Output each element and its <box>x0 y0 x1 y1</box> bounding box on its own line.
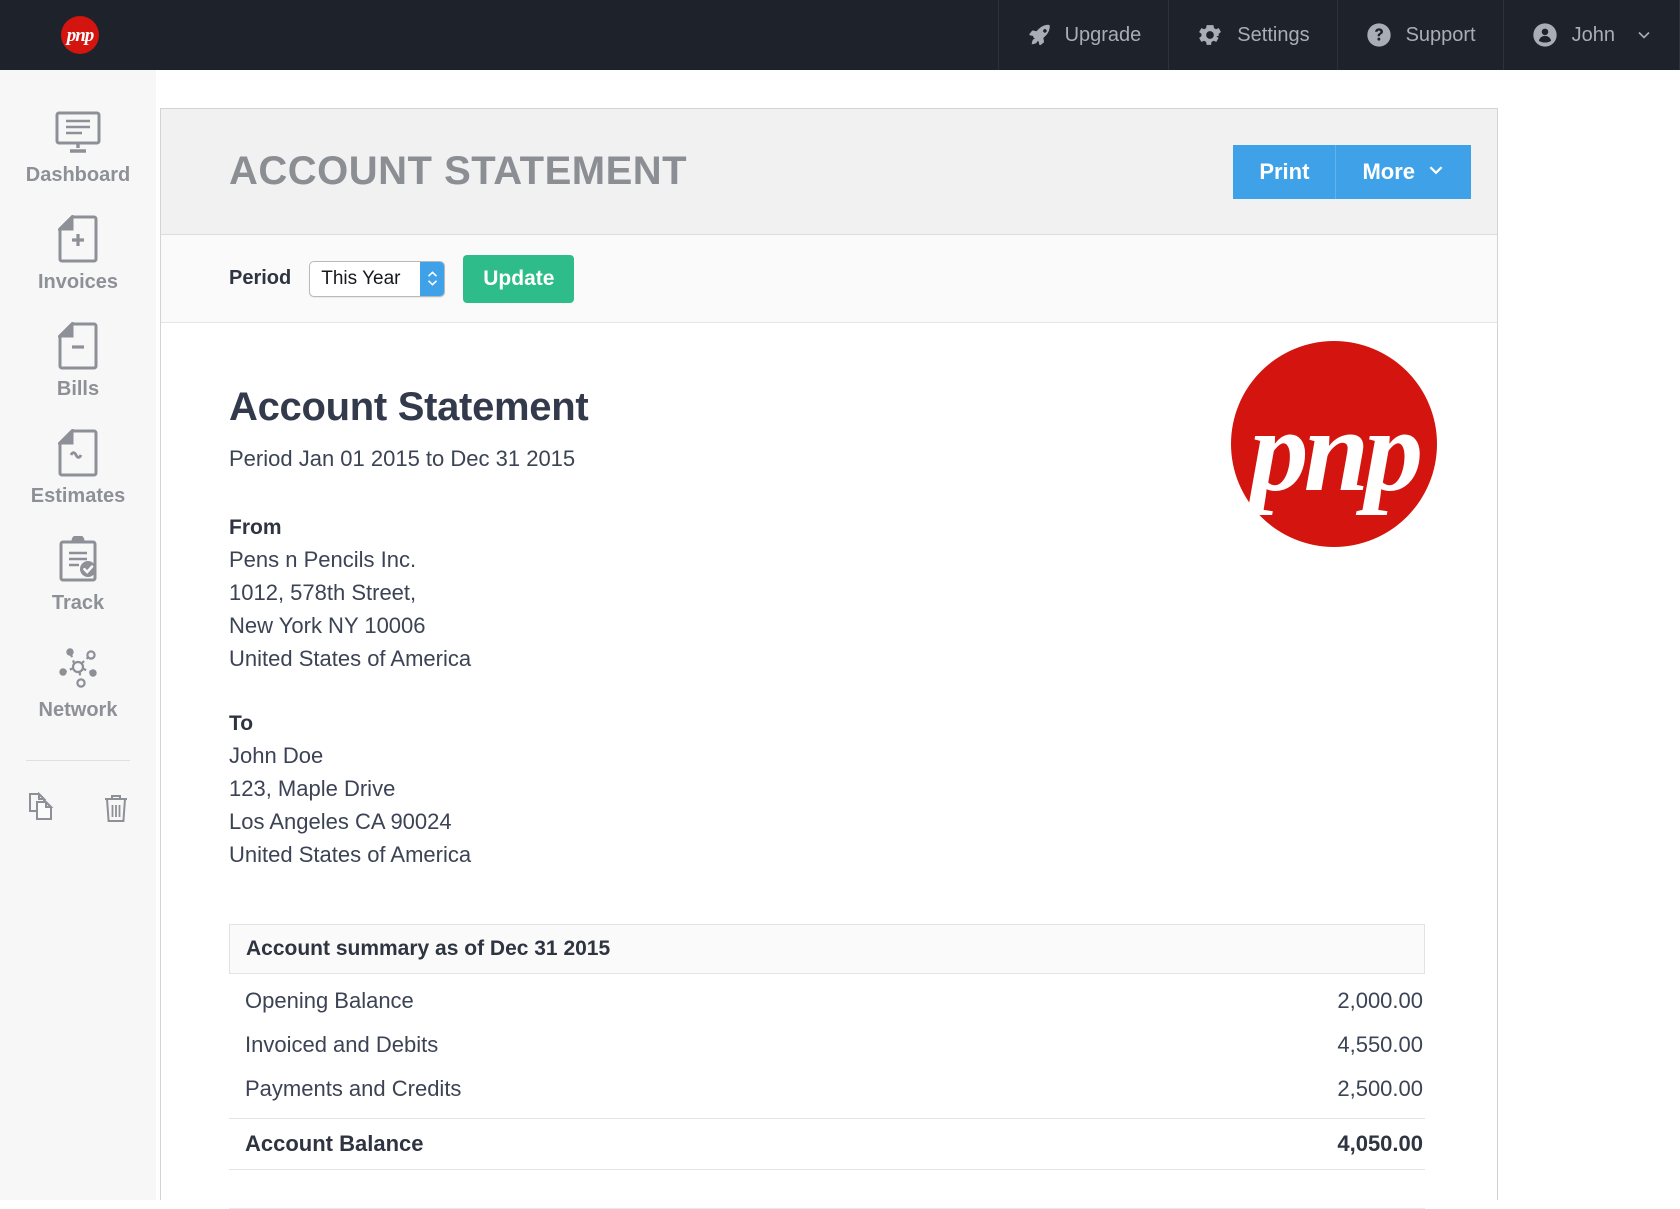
row-label: Invoiced and Debits <box>245 1032 438 1058</box>
trash-icon[interactable] <box>100 791 132 830</box>
account-summary-heading: Account summary as of Dec 31 2015 <box>246 937 610 961</box>
sidebar-item-dashboard[interactable]: Dashboard <box>0 104 156 187</box>
period-select[interactable]: This Year <box>309 261 445 297</box>
page-title: ACCOUNT STATEMENT <box>229 149 687 194</box>
duplicate-icon[interactable] <box>24 791 58 830</box>
to-address-block: To John Doe 123, Maple Drive Los Angeles… <box>229 712 1429 868</box>
from-line: 1012, 578th Street, <box>229 580 1429 606</box>
from-line: Pens n Pencils Inc. <box>229 547 1429 573</box>
company-logo: pnp <box>1231 341 1437 547</box>
sidebar-item-bills[interactable]: Bills <box>0 318 156 401</box>
top-navigation-bar: pnp Upgrade Settings Support <box>0 0 1680 70</box>
question-circle-icon <box>1365 21 1393 49</box>
summary-spacer <box>229 1170 1425 1208</box>
sidebar-divider <box>26 760 130 761</box>
from-line: United States of America <box>229 646 1429 672</box>
period-label: Period <box>229 267 291 290</box>
sidebar-item-label: Track <box>52 592 104 615</box>
sidebar-item-track[interactable]: Track <box>0 532 156 615</box>
chevron-down-icon <box>1636 27 1652 43</box>
statement-panel: ACCOUNT STATEMENT Print More Period <box>160 108 1498 1200</box>
nav-item-support[interactable]: Support <box>1337 0 1503 70</box>
update-button-label: Update <box>483 267 554 290</box>
panel-header: ACCOUNT STATEMENT Print More <box>161 109 1497 235</box>
update-button[interactable]: Update <box>463 255 574 303</box>
to-line: Los Angeles CA 90024 <box>229 809 1429 835</box>
to-line: 123, Maple Drive <box>229 776 1429 802</box>
row-value: 4,050.00 <box>1337 1131 1423 1157</box>
clipboard-check-icon <box>57 532 99 588</box>
main-content-area: ACCOUNT STATEMENT Print More Period <box>156 70 1680 1200</box>
chevron-down-icon <box>1427 159 1445 185</box>
sidebar-item-label: Network <box>39 699 118 722</box>
nav-item-label: Upgrade <box>1065 24 1142 47</box>
nav-spacer <box>160 0 998 70</box>
from-address-block: From Pens n Pencils Inc. 1012, 578th Str… <box>229 516 1429 672</box>
row-value: 2,500.00 <box>1337 1076 1423 1102</box>
more-button[interactable]: More <box>1335 145 1471 199</box>
gear-icon <box>1196 21 1224 49</box>
panel-header-actions: Print More <box>1233 145 1471 199</box>
nav-item-label: Support <box>1406 24 1476 47</box>
account-balance-row: Account Balance 4,050.00 <box>229 1118 1425 1170</box>
brand-logo-circle: pnp <box>61 16 99 54</box>
sidebar-item-invoices[interactable]: Invoices <box>0 211 156 294</box>
sidebar-tools <box>24 791 132 830</box>
print-button-label: Print <box>1259 159 1309 185</box>
sidebar-item-estimates[interactable]: Estimates <box>0 425 156 508</box>
company-logo-text: pnp <box>1250 398 1419 504</box>
sidebar-item-label: Dashboard <box>26 164 130 187</box>
row-label: Opening Balance <box>245 988 414 1014</box>
row-value: 2,000.00 <box>1337 988 1423 1014</box>
section-divider <box>229 1208 1425 1209</box>
period-select-value: This Year <box>310 268 420 290</box>
statement-document: pnp Account Statement Period Jan 01 2015… <box>161 323 1497 1209</box>
row-label: Account Balance <box>245 1131 424 1157</box>
row-value: 4,550.00 <box>1337 1032 1423 1058</box>
account-summary-header: Account summary as of Dec 31 2015 <box>229 924 1425 974</box>
table-row: Opening Balance 2,000.00 <box>229 984 1425 1018</box>
nav-item-user-menu[interactable]: John <box>1503 0 1680 70</box>
sidebar-item-label: Invoices <box>38 271 118 294</box>
to-heading: To <box>229 712 1429 736</box>
print-button[interactable]: Print <box>1233 145 1335 199</box>
to-line: United States of America <box>229 842 1429 868</box>
nav-item-label: John <box>1572 24 1615 47</box>
from-heading: From <box>229 516 1429 540</box>
left-sidebar: Dashboard Invoices Bills <box>0 70 156 1200</box>
network-nodes-icon <box>54 639 102 695</box>
sidebar-item-label: Bills <box>57 378 99 401</box>
sidebar-item-network[interactable]: Network <box>0 639 156 722</box>
row-label: Payments and Credits <box>245 1076 461 1102</box>
document-tilde-icon <box>58 425 98 481</box>
nav-item-label: Settings <box>1237 24 1309 47</box>
brand-logo[interactable]: pnp <box>0 0 160 70</box>
nav-item-settings[interactable]: Settings <box>1168 0 1336 70</box>
document-minus-icon <box>58 318 98 374</box>
to-line: John Doe <box>229 743 1429 769</box>
monitor-icon <box>53 104 103 160</box>
user-avatar-icon <box>1531 21 1559 49</box>
rocket-icon <box>1026 22 1052 48</box>
filter-toolbar: Period This Year Update <box>161 235 1497 323</box>
document-plus-icon <box>58 211 98 267</box>
table-row: Invoiced and Debits 4,550.00 <box>229 1028 1425 1062</box>
brand-logo-text: pnp <box>67 26 94 45</box>
select-stepper-icon <box>420 262 444 296</box>
table-row: Payments and Credits 2,500.00 <box>229 1072 1425 1106</box>
account-summary-table: Account summary as of Dec 31 2015 Openin… <box>229 924 1425 1209</box>
from-line: New York NY 10006 <box>229 613 1429 639</box>
more-button-label: More <box>1362 159 1415 185</box>
sidebar-item-label: Estimates <box>31 485 126 508</box>
nav-item-upgrade[interactable]: Upgrade <box>998 0 1169 70</box>
